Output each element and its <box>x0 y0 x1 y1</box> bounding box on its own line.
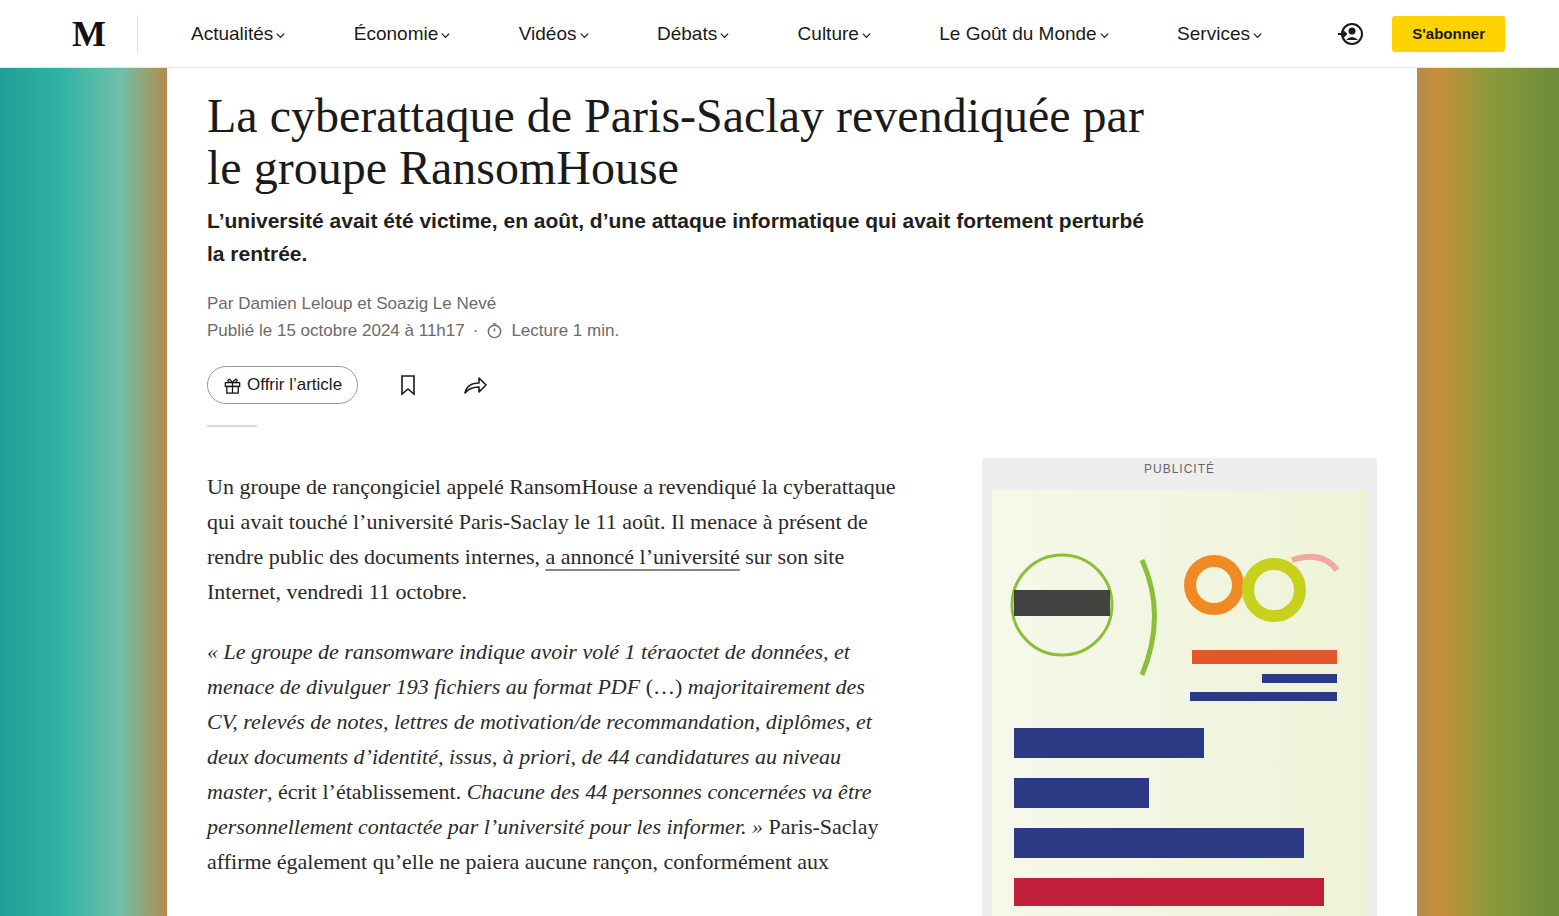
main-nav: Actualités Économie Vidéos Débats Culture Le … <box>191 23 1263 45</box>
nav-label[interactable]: Débats <box>657 23 717 45</box>
article-paragraph: « Le groupe de ransomware indique avoir … <box>207 634 897 879</box>
article-actions: Offrir l’article <box>207 366 1377 404</box>
article-column: La cyberattaque de Paris-Saclay revendiq… <box>167 68 1417 916</box>
nav-item[interactable]: Débats <box>657 23 730 45</box>
bookmark-icon[interactable] <box>398 374 418 396</box>
nav-label[interactable]: Culture <box>798 23 859 45</box>
nav-item[interactable]: Vidéos <box>519 23 590 45</box>
chevron-down-icon[interactable] <box>719 30 730 41</box>
nav-label[interactable]: Le Goût du Monde <box>939 23 1096 45</box>
article-text: Un groupe de rançongiciel appelé RansomH… <box>207 458 897 916</box>
nav-item[interactable]: Le Goût du Monde <box>939 23 1109 45</box>
publish-info: Publié le 15 octobre 2024 à 11h17 · Lectur… <box>207 317 1377 344</box>
nav-label[interactable]: Économie <box>354 23 439 45</box>
ad-banner-image[interactable] <box>992 490 1367 916</box>
article-link[interactable]: a annoncé l’université <box>545 544 739 569</box>
share-arrow-icon[interactable] <box>462 374 488 396</box>
meta-separator: · <box>473 317 479 344</box>
gift-label[interactable]: Offrir l’article <box>247 375 342 395</box>
top-bar: M Actualités Économie Vidéos Débats Culture Le… <box>0 0 1559 68</box>
article-paragraph: Un groupe de rançongiciel appelé RansomH… <box>207 469 897 609</box>
advertisement[interactable]: PUBLICITÉ <box>982 458 1377 916</box>
nav-label[interactable]: Actualités <box>191 23 273 45</box>
nav-item[interactable]: Actualités <box>191 23 286 45</box>
chevron-down-icon[interactable] <box>440 30 451 41</box>
divider-rule <box>207 425 257 427</box>
article-subtitle: L’université avait été victime, en août,… <box>207 204 1147 270</box>
chevron-down-icon[interactable] <box>579 30 590 41</box>
article-body: Un groupe de rançongiciel appelé RansomH… <box>207 458 1377 916</box>
login-user-icon[interactable] <box>1337 20 1365 48</box>
gift-icon[interactable] <box>223 376 242 395</box>
chevron-down-icon[interactable] <box>1252 30 1263 41</box>
chevron-down-icon[interactable] <box>275 30 286 41</box>
nav-item[interactable]: Culture <box>798 23 872 45</box>
stopwatch-icon <box>486 322 503 339</box>
article-title: La cyberattaque de Paris-Saclay revendiq… <box>207 90 1157 194</box>
chevron-down-icon[interactable] <box>1099 30 1110 41</box>
nav-label[interactable]: Services <box>1177 23 1250 45</box>
nav-item[interactable]: Services <box>1177 23 1263 45</box>
article-meta: Par Damien Leloup et Soazig Le NevéPubli… <box>207 290 1377 344</box>
site-logo[interactable]: M <box>72 15 138 53</box>
gift-article-button[interactable]: Offrir l’article <box>207 366 358 404</box>
text-run: (…) <box>646 674 683 699</box>
reading-time: Lecture 1 min. <box>511 317 619 344</box>
publish-date: Publié le 15 octobre 2024 à 11h17 <box>207 317 465 344</box>
ad-label: PUBLICITÉ <box>992 462 1367 476</box>
nav-label[interactable]: Vidéos <box>519 23 577 45</box>
nav-item[interactable]: Économie <box>354 23 452 45</box>
text-run: , écrit l’établissement. <box>267 779 467 804</box>
chevron-down-icon[interactable] <box>861 30 872 41</box>
byline: Par Damien Leloup et Soazig Le Nevé <box>207 290 1377 317</box>
subscribe-button[interactable]: S'abonner <box>1392 16 1505 52</box>
